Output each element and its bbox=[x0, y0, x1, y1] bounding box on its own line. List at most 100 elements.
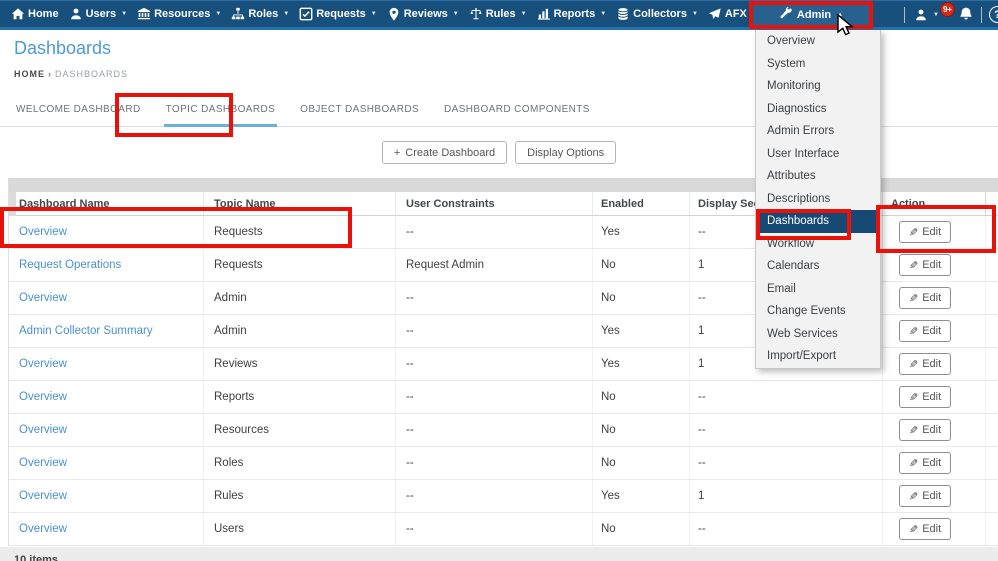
nav-item-resources[interactable]: Resources ▼ bbox=[132, 1, 226, 27]
dashboard-name-link[interactable]: Overview bbox=[19, 391, 67, 403]
topic-name-cell: Requests bbox=[204, 216, 396, 248]
nav-item-requests[interactable]: Requests ▼ bbox=[294, 1, 381, 27]
column-header-dashboard-name[interactable]: Dashboard Name bbox=[9, 192, 204, 215]
chevron-down-icon: ▼ bbox=[215, 11, 221, 17]
edit-button[interactable]: ✎Edit bbox=[899, 386, 951, 408]
paper-plane-icon bbox=[708, 7, 722, 21]
menu-item-overview[interactable]: Overview bbox=[756, 30, 880, 53]
edit-button[interactable]: ✎Edit bbox=[899, 353, 951, 375]
create-dashboard-button[interactable]: + Create Dashboard bbox=[382, 141, 507, 164]
tab-topic-dashboards[interactable]: TOPIC DASHBOARDS bbox=[164, 104, 278, 127]
menu-item-user-interface[interactable]: User Interface bbox=[756, 143, 880, 166]
enabled-cell: No bbox=[593, 282, 690, 314]
dashboard-name-link[interactable]: Overview bbox=[19, 358, 67, 370]
enabled-cell: No bbox=[593, 414, 690, 446]
bank-icon bbox=[137, 7, 151, 21]
pencil-icon: ✎ bbox=[909, 457, 918, 470]
action-cell: ✎Edit bbox=[883, 249, 986, 281]
edit-button[interactable]: ✎Edit bbox=[899, 221, 951, 243]
menu-item-web-services[interactable]: Web Services bbox=[756, 323, 880, 346]
enabled-cell: Yes bbox=[593, 216, 690, 248]
spacer-cell bbox=[986, 381, 998, 413]
dashboard-name-link[interactable]: Overview bbox=[19, 226, 67, 238]
tab-welcome-dashboard[interactable]: WELCOME DASHBOARD bbox=[14, 104, 143, 127]
enabled-cell: No bbox=[593, 249, 690, 281]
nav-item-rules[interactable]: Rules ▼ bbox=[464, 1, 532, 27]
topic-name-cell: Admin bbox=[204, 315, 396, 347]
nav-item-reports[interactable]: Reports ▼ bbox=[532, 1, 612, 27]
menu-item-dashboards[interactable]: Dashboards bbox=[756, 210, 880, 233]
menu-item-monitoring[interactable]: Monitoring bbox=[756, 75, 880, 98]
spacer-cell bbox=[986, 513, 998, 545]
edit-button[interactable]: ✎Edit bbox=[899, 320, 951, 342]
edit-button[interactable]: ✎Edit bbox=[899, 518, 951, 540]
menu-item-descriptions[interactable]: Descriptions bbox=[756, 188, 880, 211]
table-row: Overview Rules -- Yes 1 ✎Edit bbox=[9, 480, 998, 513]
dashboard-name-link[interactable]: Overview bbox=[19, 457, 67, 469]
chevron-down-icon: ▼ bbox=[453, 11, 459, 17]
nav-item-reviews[interactable]: Reviews ▼ bbox=[382, 1, 464, 27]
tab-object-dashboards[interactable]: OBJECT DASHBOARDS bbox=[298, 104, 421, 127]
user-constraints-cell: -- bbox=[396, 282, 593, 314]
pencil-icon: ✎ bbox=[909, 259, 918, 272]
nav-item-users[interactable]: Users ▼ bbox=[64, 1, 133, 27]
table-row: Overview Users -- No -- ✎Edit bbox=[9, 513, 998, 546]
menu-item-import-export[interactable]: Import/Export bbox=[756, 345, 880, 368]
chevron-down-icon: ▼ bbox=[371, 11, 377, 17]
column-header-enabled[interactable]: Enabled bbox=[593, 192, 690, 215]
nav-item-home[interactable]: Home bbox=[6, 1, 64, 27]
edit-button[interactable]: ✎Edit bbox=[899, 287, 951, 309]
bell-icon bbox=[958, 6, 974, 22]
edit-button[interactable]: ✎Edit bbox=[899, 254, 951, 276]
table-row: Overview Reports -- No -- ✎Edit bbox=[9, 381, 998, 414]
breadcrumb-home[interactable]: HOME bbox=[14, 69, 45, 79]
action-cell: ✎Edit bbox=[883, 348, 986, 380]
topic-name-cell: Roles bbox=[204, 447, 396, 479]
pencil-icon: ✎ bbox=[909, 226, 918, 239]
topic-name-cell: Rules bbox=[204, 480, 396, 512]
nav-item-label: Reports bbox=[554, 8, 596, 20]
menu-item-attributes[interactable]: Attributes bbox=[756, 165, 880, 188]
home-icon bbox=[11, 7, 25, 21]
nav-item-label: Rules bbox=[486, 8, 516, 20]
dashboard-name-link[interactable]: Overview bbox=[19, 424, 67, 436]
check-square-icon bbox=[299, 7, 313, 21]
tab-dashboard-components[interactable]: DASHBOARD COMPONENTS bbox=[442, 104, 592, 127]
display-sequence-cell: -- bbox=[690, 447, 883, 479]
edit-button[interactable]: ✎Edit bbox=[899, 485, 951, 507]
display-options-button[interactable]: Display Options bbox=[515, 141, 616, 164]
topic-name-cell: Resources bbox=[204, 414, 396, 446]
nav-item-roles[interactable]: Roles ▼ bbox=[226, 1, 294, 27]
display-sequence-cell: 1 bbox=[690, 480, 883, 512]
help-icon[interactable]: ? bbox=[989, 6, 998, 23]
dashboard-name-link[interactable]: Request Operations bbox=[19, 259, 121, 271]
account-menu[interactable]: ▼ bbox=[912, 2, 941, 28]
pencil-icon: ✎ bbox=[909, 424, 918, 437]
account-icon bbox=[914, 8, 928, 22]
display-options-label: Display Options bbox=[527, 147, 604, 159]
column-header-topic-name[interactable]: Topic Name bbox=[204, 192, 396, 215]
nav-item-collectors[interactable]: Collectors ▼ bbox=[611, 1, 703, 27]
dashboard-name-link[interactable]: Admin Collector Summary bbox=[19, 325, 153, 337]
chevron-down-icon: ▼ bbox=[933, 12, 939, 18]
dashboard-name-link[interactable]: Overview bbox=[19, 292, 67, 304]
spacer-cell bbox=[986, 480, 998, 512]
menu-item-change-events[interactable]: Change Events bbox=[756, 300, 880, 323]
enabled-cell: No bbox=[593, 381, 690, 413]
menu-item-admin-errors[interactable]: Admin Errors bbox=[756, 120, 880, 143]
chevron-down-icon: ▼ bbox=[283, 11, 289, 17]
column-header-user-constraints[interactable]: User Constraints bbox=[396, 192, 593, 215]
menu-item-diagnostics[interactable]: Diagnostics bbox=[756, 98, 880, 121]
edit-button[interactable]: ✎Edit bbox=[899, 452, 951, 474]
menu-item-system[interactable]: System bbox=[756, 53, 880, 76]
topic-name-cell: Admin bbox=[204, 282, 396, 314]
menu-item-email[interactable]: Email bbox=[756, 278, 880, 301]
user-constraints-cell: -- bbox=[396, 447, 593, 479]
menu-item-calendars[interactable]: Calendars bbox=[756, 255, 880, 278]
dashboard-name-link[interactable]: Overview bbox=[19, 490, 67, 502]
dashboard-name-link[interactable]: Overview bbox=[19, 523, 67, 535]
table-row: Overview Resources -- No -- ✎Edit bbox=[9, 414, 998, 447]
notifications-button[interactable]: 9+ bbox=[948, 1, 974, 28]
edit-button[interactable]: ✎Edit bbox=[899, 419, 951, 441]
menu-item-workflow[interactable]: Workflow bbox=[756, 233, 880, 256]
